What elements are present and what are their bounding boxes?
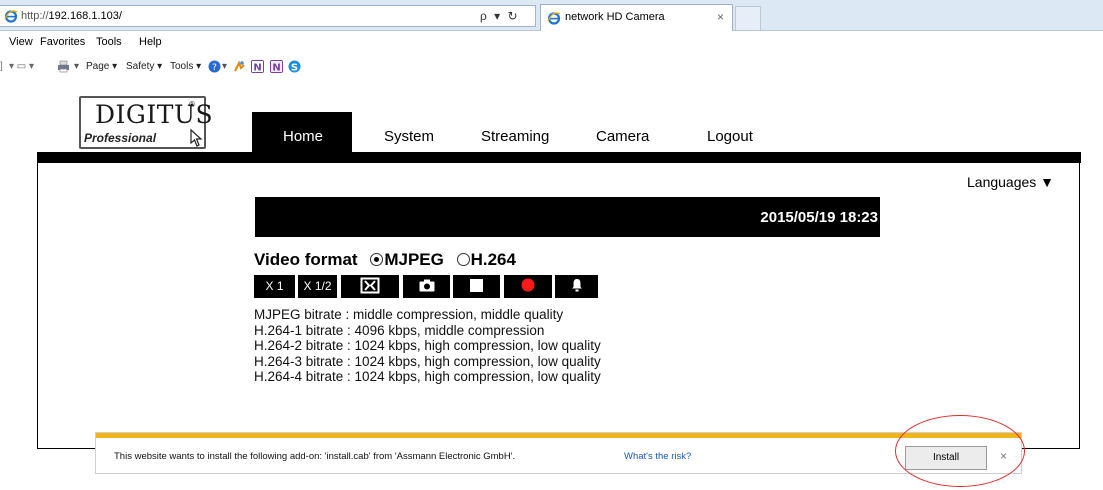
ie-logo-icon [547,12,561,25]
bitrate-h264-3: H.264-3 bitrate : 1024 kbps, high compre… [254,353,601,369]
menu-bar: View Favorites Tools Help [0,33,1103,51]
snapshot-button[interactable] [403,275,450,298]
help-icon[interactable]: ? [208,60,221,73]
address-url[interactable]: http://192.168.1.103/ [21,6,122,26]
menu-help[interactable]: Help [139,36,162,48]
frame-border-bottom-left [37,448,97,449]
feeds-icon[interactable]: ▾ ▭ ▾ [9,61,34,72]
nav-logout[interactable]: Logout [707,128,753,145]
page-menu[interactable]: Page ▾ [86,61,117,72]
tab-title: network HD Camera [565,11,665,23]
record-button[interactable] [504,275,552,298]
nav-home[interactable]: Home [283,128,323,145]
zoom-x1-button[interactable]: X 1 [254,275,295,298]
notification-message: This website wants to install the follow… [114,451,516,462]
svg-text:?: ? [212,63,217,73]
tab-network-hd-camera[interactable]: network HD Camera × [540,4,733,31]
whats-the-risk-link[interactable]: What's the risk? [624,451,691,462]
frame-border-right [1079,163,1080,449]
bitrate-h264-2: H.264-2 bitrate : 1024 kbps, high compre… [254,338,601,353]
address-bar[interactable]: http://192.168.1.103/ ρ ▾ ↻ [0,5,536,27]
address-tools[interactable]: ρ ▾ ↻ [480,6,520,26]
install-highlight-circle [895,415,1025,487]
logo-cursor-icon [190,128,203,147]
tab-close-icon[interactable]: × [717,5,724,30]
nav-system[interactable]: System [384,128,434,145]
record-icon [521,278,535,292]
h264-radio[interactable] [456,253,470,266]
languages-dropdown[interactable]: Languages ▼ [967,174,1054,190]
home-icon[interactable]: ] [0,61,3,72]
menu-view[interactable]: View [9,36,33,48]
command-bar: ] ▾ ▭ ▾ ▾ Page ▾ Safety ▾ Tools ▾ ? ▾ N … [0,56,1103,78]
header-rule [37,152,1081,163]
digitus-logo: DIGITUS ® Professional [79,96,213,149]
addon-notification-bar: This website wants to install the follow… [96,433,1021,473]
stop-icon [470,279,483,292]
svg-text:N: N [253,63,261,74]
svg-text:N: N [272,63,280,74]
logo-subtitle: Professional [84,131,157,145]
video-format-label: Video format [254,250,358,269]
menu-favorites[interactable]: Favorites [40,36,85,48]
ie-logo-icon [4,10,18,23]
onenote-icon-2[interactable]: N [270,60,283,73]
video-header-bar: 2015/05/19 18:23 [255,197,880,237]
fit-screen-button[interactable] [341,275,399,298]
bitrate-h264-1: H.264-1 bitrate : 4096 kbps, middle comp… [254,322,545,338]
addon-icon[interactable] [233,60,246,73]
onenote-icon[interactable]: N [251,60,264,73]
bitrate-list: MJPEG bitrate : middle compression, midd… [254,307,601,385]
tools-menu[interactable]: Tools ▾ [170,61,201,72]
video-format-selector: Video format MJPEG H.264 [254,250,516,270]
safety-menu[interactable]: Safety ▾ [126,61,162,72]
alarm-button[interactable] [555,275,598,298]
fit-screen-icon [360,277,380,294]
mjpeg-label[interactable]: MJPEG [384,250,444,269]
skype-icon[interactable]: S [288,60,301,73]
new-tab-button[interactable] [735,6,761,30]
logo-registered: ® [189,100,195,109]
frame-border-left [37,163,38,449]
nav-camera[interactable]: Camera [596,128,649,145]
datetime-display: 2015/05/19 18:23 [760,209,878,226]
browser-titlebar: http://192.168.1.103/ ρ ▾ ↻ network HD C… [0,0,1103,31]
zoom-x-half-button[interactable]: X 1/2 [298,275,337,298]
bitrate-mjpeg: MJPEG bitrate : middle compression, midd… [254,307,564,322]
bitrate-h264-4: H.264-4 bitrate : 1024 kbps, high compre… [254,369,601,384]
alarm-bell-icon [571,279,582,292]
snapshot-camera-icon [419,279,434,292]
menu-tools[interactable]: Tools [96,36,122,48]
nav-streaming[interactable]: Streaming [481,128,549,145]
h264-label[interactable]: H.264 [471,250,516,269]
svg-text:S: S [291,63,298,74]
mjpeg-radio[interactable] [370,253,384,266]
frame-border-bottom-right [1020,448,1080,449]
print-icon[interactable] [57,60,70,73]
logo-brand: DIGITUS [95,100,214,129]
stop-button[interactable] [453,275,500,298]
